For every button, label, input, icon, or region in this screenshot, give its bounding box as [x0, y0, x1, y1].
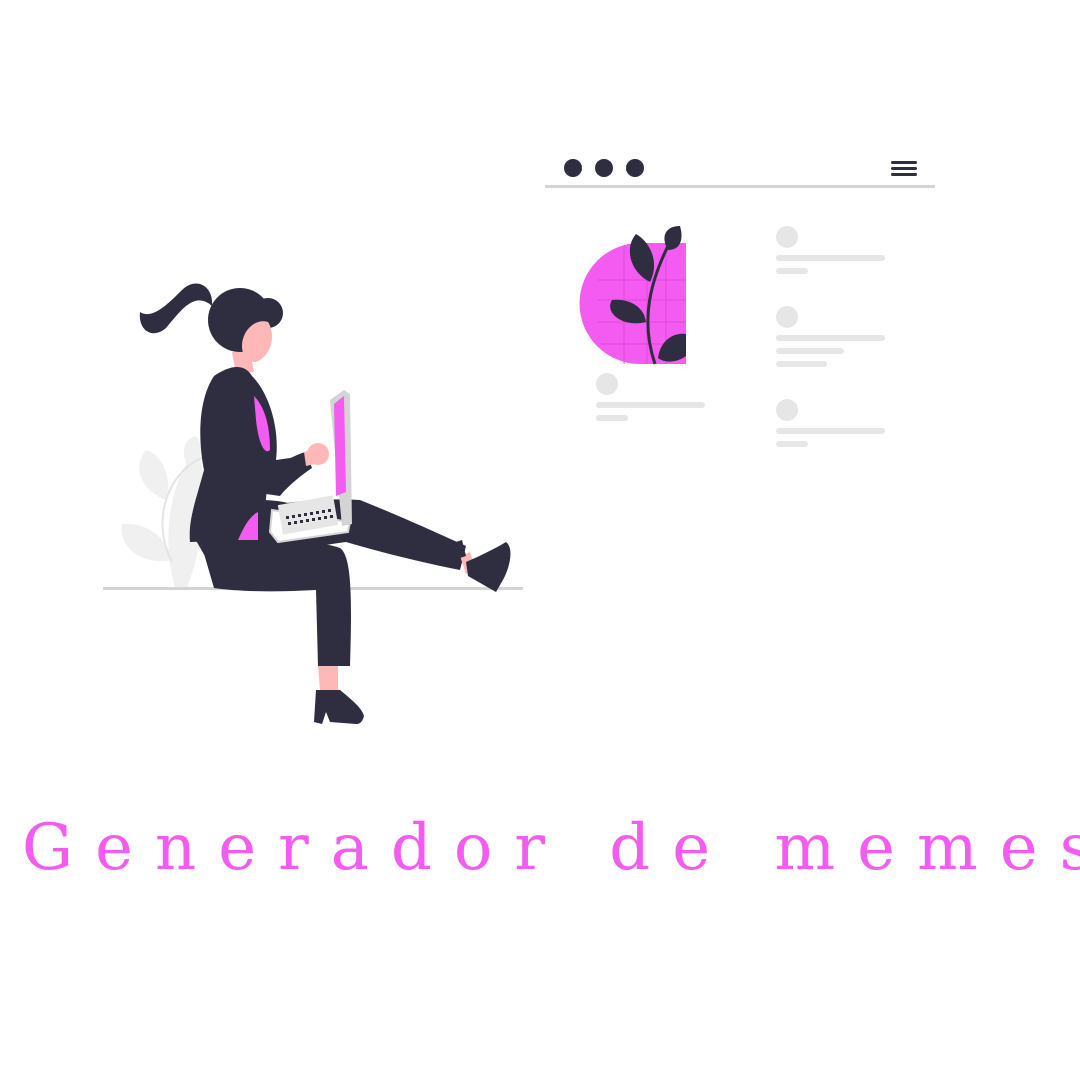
- page-title: Generador de memes: [22, 811, 1080, 885]
- illustration: [103, 159, 935, 724]
- browser-mockup: [545, 159, 935, 447]
- placeholder-item: [776, 226, 885, 274]
- placeholder-item: [776, 306, 885, 367]
- plant-image: [579, 226, 686, 365]
- browser-header-divider: [545, 185, 935, 188]
- placeholder-item: [596, 373, 705, 421]
- woman-figure: [139, 283, 511, 724]
- hamburger-menu-icon: [891, 161, 917, 176]
- three-dots-icon: [564, 159, 644, 177]
- placeholder-item: [776, 399, 885, 447]
